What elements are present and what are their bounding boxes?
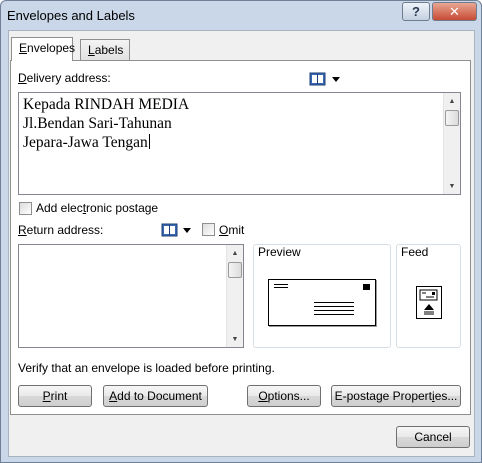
delivery-address-label: Delivery address: xyxy=(18,71,111,85)
add-electronic-postage-label[interactable]: Add electronic postage xyxy=(36,201,158,215)
feed-label: Feed xyxy=(401,245,429,259)
scroll-down-arrow-icon[interactable]: ▼ xyxy=(444,178,460,194)
epostage-label-pre: E-postage Propert xyxy=(334,389,433,403)
tab-labels-mnemonic: L xyxy=(88,43,95,57)
print-mnemonic: P xyxy=(42,389,51,403)
omit-checkbox[interactable] xyxy=(202,223,215,236)
dialog-title: Envelopes and Labels xyxy=(7,8,135,23)
omit-text: mit xyxy=(228,223,245,237)
epost-label-pre: Add elec xyxy=(36,201,83,215)
stamp-mark xyxy=(363,284,370,290)
return-dropdown-arrow-icon[interactable] xyxy=(183,228,191,233)
delivery-line-mark-3 xyxy=(314,310,354,311)
add-electronic-postage-checkbox[interactable] xyxy=(19,202,32,215)
return-scroll-up-arrow-icon[interactable]: ▲ xyxy=(227,245,243,261)
delivery-line-mark-4 xyxy=(314,314,354,315)
tab-labels[interactable]: Labels xyxy=(80,39,130,61)
address-book-icon[interactable] xyxy=(309,72,326,86)
print-button[interactable]: Print xyxy=(18,385,92,407)
epostage-properties-button[interactable]: E-postage Propert i es... xyxy=(331,385,461,407)
envelope-preview-icon[interactable] xyxy=(268,279,376,326)
delivery-line-mark-1 xyxy=(314,302,354,303)
close-icon: ✕ xyxy=(449,3,460,19)
help-button[interactable]: ? xyxy=(402,2,430,21)
title-bar[interactable]: Envelopes and Labels ? ✕ xyxy=(1,1,481,31)
delivery-line-1: Kepada RINDAH MEDIA xyxy=(23,96,190,113)
return-line-2 xyxy=(274,287,288,288)
return-scroll-down-arrow-icon[interactable]: ▼ xyxy=(227,331,243,347)
delivery-line-mark-2 xyxy=(314,306,354,307)
print-label: rint xyxy=(50,389,68,403)
tab-labels-label: abels xyxy=(94,43,124,57)
delivery-scrollbar[interactable]: ▲ ▼ xyxy=(443,93,460,194)
return-scrollbar[interactable]: ▲ ▼ xyxy=(226,245,243,347)
return-line-1 xyxy=(274,284,288,285)
return-address-label: Return address: xyxy=(18,223,103,237)
tab-envelopes[interactable]: Envelopes xyxy=(11,37,76,61)
delivery-line-2: Jl.Bendan Sari-Tahunan xyxy=(23,115,172,132)
add-doc-mnemonic: A xyxy=(109,389,118,403)
delivery-line-3-wrap: Jepara-Jawa Tengan xyxy=(23,133,189,152)
epostage-label-post: es... xyxy=(434,389,458,403)
delivery-dropdown-arrow-icon[interactable] xyxy=(332,77,340,82)
close-button[interactable]: ✕ xyxy=(432,2,477,21)
tab-envelopes-label: nvelopes xyxy=(27,41,76,55)
add-doc-label: dd to Document xyxy=(117,389,202,403)
return-scroll-thumb[interactable] xyxy=(228,262,242,278)
scroll-thumb[interactable] xyxy=(445,110,459,126)
scroll-up-arrow-icon[interactable]: ▲ xyxy=(444,93,460,109)
options-button[interactable]: Options... xyxy=(247,385,321,407)
delivery-line-3: Jepara-Jawa Tengan xyxy=(23,134,148,151)
epost-label-post: ronic postage xyxy=(86,201,159,215)
text-caret xyxy=(148,134,150,149)
verify-envelope-text: Verify that an envelope is loaded before… xyxy=(18,361,275,375)
options-mnemonic: O xyxy=(258,389,268,403)
delivery-label-mnemonic: D xyxy=(18,71,27,85)
envelope-feed-icon[interactable] xyxy=(416,286,442,319)
help-icon: ? xyxy=(412,4,420,19)
tab-envelopes-mnemonic: E xyxy=(19,41,28,55)
return-address-book-icon[interactable] xyxy=(161,223,178,237)
delivery-address-text: Kepada RINDAH MEDIA Jl.Bendan Sari-Tahun… xyxy=(23,95,189,152)
cancel-button[interactable]: Cancel xyxy=(396,426,470,448)
return-address-textbox[interactable]: ▲ ▼ xyxy=(18,244,244,348)
return-label-text: eturn address: xyxy=(26,223,104,237)
options-label: ptions... xyxy=(267,389,310,403)
delivery-label-text: elivery address: xyxy=(26,71,111,85)
omit-mnemonic: O xyxy=(219,223,229,237)
preview-label: Preview xyxy=(258,245,301,259)
delivery-address-textbox[interactable]: Kepada RINDAH MEDIA Jl.Bendan Sari-Tahun… xyxy=(18,92,461,195)
omit-label[interactable]: Omit xyxy=(219,223,244,237)
return-label-mnemonic: R xyxy=(18,223,27,237)
add-to-document-button[interactable]: Add to Document xyxy=(103,385,208,407)
